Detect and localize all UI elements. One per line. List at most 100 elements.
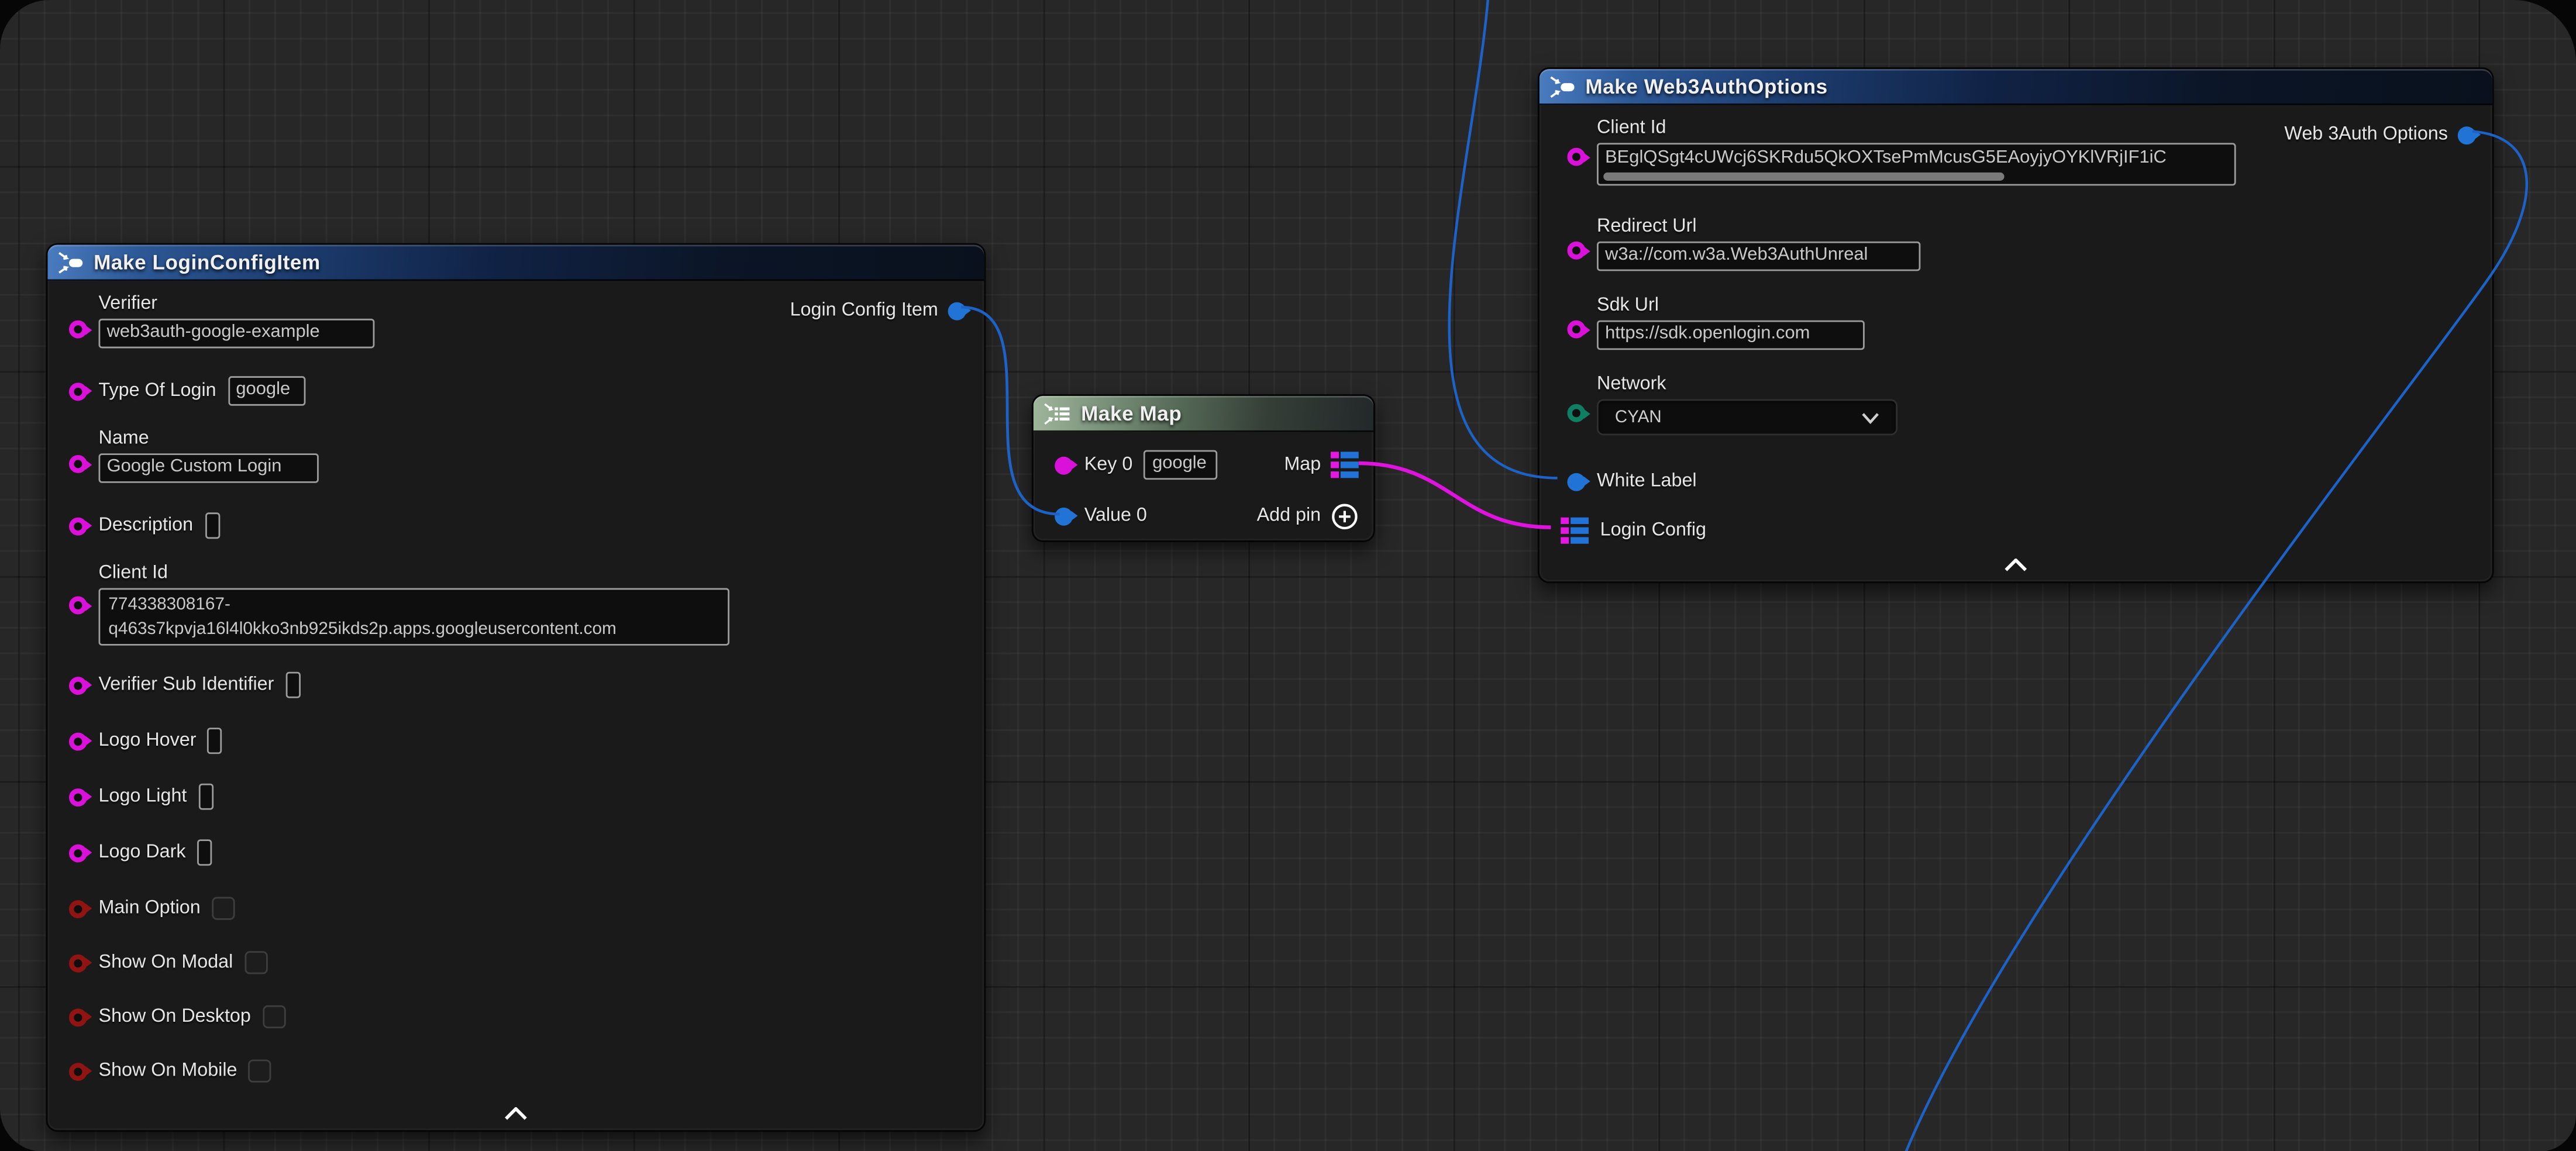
node-title: Make LoginConfigItem [94,250,321,273]
pin-row-verifier-sub-identifier: Verifier Sub Identifier [69,668,300,701]
pin-row-show-on-mobile: Show On Mobile [69,1054,272,1087]
verifier-pin[interactable] [69,321,87,339]
redirect-url-input[interactable]: w3a://com.w3a.Web3AuthUnreal [1597,242,1920,271]
white-label-pin[interactable] [1567,472,1585,490]
network-dropdown[interactable]: CYAN [1597,399,1897,436]
login-config-item-output-pin[interactable] [948,301,966,319]
redirect-url-label: Redirect Url [1597,217,1920,237]
collapse-node-button[interactable] [501,1105,531,1122]
pin-row-login-config-item-out: Login Config Item [790,294,966,327]
show-on-modal-checkbox[interactable] [244,951,267,974]
logo-dark-input[interactable] [197,839,212,866]
pin-row-main-option: Main Option [69,892,235,925]
node-header[interactable]: Make Map [1034,396,1373,432]
chevron-up-icon [504,1107,527,1120]
key0-group: Key 0 google [1055,450,1218,480]
network-pin[interactable] [1567,404,1585,422]
sdk-url-pin[interactable] [1567,321,1585,339]
show-on-mobile-checkbox[interactable] [249,1060,271,1083]
name-pin[interactable] [69,455,87,473]
logo-dark-pin[interactable] [69,843,87,861]
value0-label: Value 0 [1084,506,1147,526]
logo-light-label: Logo Light [99,787,187,807]
client-id-input[interactable]: BEglQSgt4cUWcj6SKRdu5QkOXTsePmMcusG5EAoy… [1597,143,2236,185]
client-id-label: Client Id [99,563,730,583]
node-make-web3auth-options[interactable]: Make Web3AuthOptions Web 3Auth Options C… [1538,67,2494,583]
value0-group: Value 0 [1055,506,1147,526]
pin-row-client-id: Client Id 774338308167-q463s7kpvja16l4l0… [69,563,729,645]
horizontal-scrollbar-thumb[interactable] [1603,173,2004,181]
node-make-login-config-item[interactable]: Make LoginConfigItem Login Config Item V… [46,243,986,1132]
description-label: Description [99,516,194,536]
show-on-mobile-label: Show On Mobile [99,1061,237,1081]
main-option-label: Main Option [99,898,201,918]
chevron-up-icon [2005,559,2027,571]
pin-row-login-config: Login Config [1561,514,1706,547]
node-make-map[interactable]: Make Map Key 0 google Map Va [1032,394,1375,542]
main-option-checkbox[interactable] [212,897,235,920]
key0-pin[interactable] [1055,456,1073,474]
web3auth-options-output-pin[interactable] [2458,126,2476,144]
logo-light-input[interactable] [198,784,213,810]
verifier-label: Verifier [99,294,375,314]
show-on-desktop-label: Show On Desktop [99,1007,251,1027]
key0-label: Key 0 [1084,455,1133,475]
node-header[interactable]: Make LoginConfigItem [47,244,984,281]
sdk-url-input[interactable]: https://sdk.openlogin.com [1597,321,1865,350]
type-of-login-label: Type Of Login [99,381,216,401]
pin-row-show-on-desktop: Show On Desktop [69,1000,285,1033]
show-on-desktop-pin[interactable] [69,1008,87,1026]
output-pin-label: Login Config Item [790,301,938,321]
verifier-sub-identifier-label: Verifier Sub Identifier [99,675,274,695]
verifier-input[interactable]: web3auth-google-example [99,319,375,349]
logo-light-pin[interactable] [69,788,87,806]
wire-map-to-login-config[interactable] [1359,463,1551,528]
value0-pin[interactable] [1055,506,1073,525]
redirect-url-pin[interactable] [1567,242,1585,260]
show-on-desktop-checkbox[interactable] [263,1005,285,1028]
node-header[interactable]: Make Web3AuthOptions [1540,69,2492,105]
show-on-mobile-pin[interactable] [69,1062,87,1080]
pin-row-network: Network CYAN [1567,374,1897,435]
network-selected-value: CYAN [1615,408,1662,428]
add-pin-button[interactable]: Add pin [1257,502,1359,530]
description-input[interactable] [205,512,219,539]
client-id-label: Client Id [1597,118,2236,138]
map-output-label: Map [1284,455,1321,475]
graph-canvas[interactable]: Make LoginConfigItem Login Config Item V… [0,0,2576,1151]
show-on-modal-pin[interactable] [69,953,87,971]
logo-hover-input[interactable] [208,728,222,754]
map-out-group: Map [1284,452,1358,478]
key0-input[interactable]: google [1144,450,1218,480]
verifier-sub-identifier-input[interactable] [285,672,300,698]
pin-row-redirect-url: Redirect Url w3a://com.w3a.Web3AuthUnrea… [1567,217,1920,271]
add-pin-icon [1331,502,1359,530]
client-id-pin[interactable] [1567,148,1585,166]
type-of-login-pin[interactable] [69,382,87,400]
pin-row-client-id: Client Id BEglQSgt4cUWcj6SKRdu5QkOXTsePm… [1567,118,2236,185]
client-id-pin[interactable] [69,597,87,615]
name-input[interactable]: Google Custom Login [99,453,319,483]
verifier-sub-identifier-pin[interactable] [69,676,87,694]
pin-row-description: Description [69,509,219,542]
collapse-node-button[interactable] [2001,557,2031,573]
logo-hover-pin[interactable] [69,732,87,750]
show-on-modal-label: Show On Modal [99,953,233,973]
pin-row-name: Name Google Custom Login [69,429,319,483]
type-of-login-input[interactable]: google [228,376,305,406]
pin-row-value0-addpin: Value 0 Add pin [1055,499,1359,532]
map-output-pin[interactable] [1331,452,1359,478]
pin-row-white-label: White Label [1567,465,1696,498]
pin-row-logo-light: Logo Light [69,780,213,813]
pin-row-web3auth-options-out: Web 3Auth Options [2284,118,2475,151]
main-option-pin[interactable] [69,900,87,918]
pin-row-sdk-url: Sdk Url https://sdk.openlogin.com [1567,296,1864,350]
client-id-input[interactable]: 774338308167-q463s7kpvja16l4l0kko3nb925i… [99,588,730,646]
make-struct-icon [1549,75,1576,98]
add-pin-label: Add pin [1257,506,1321,526]
node-title: Make Web3AuthOptions [1585,75,1827,98]
description-pin[interactable] [69,516,87,535]
blueprint-editor: Make LoginConfigItem Login Config Item V… [0,0,2576,1151]
login-config-pin[interactable] [1561,517,1589,544]
pin-row-logo-dark: Logo Dark [69,836,212,869]
